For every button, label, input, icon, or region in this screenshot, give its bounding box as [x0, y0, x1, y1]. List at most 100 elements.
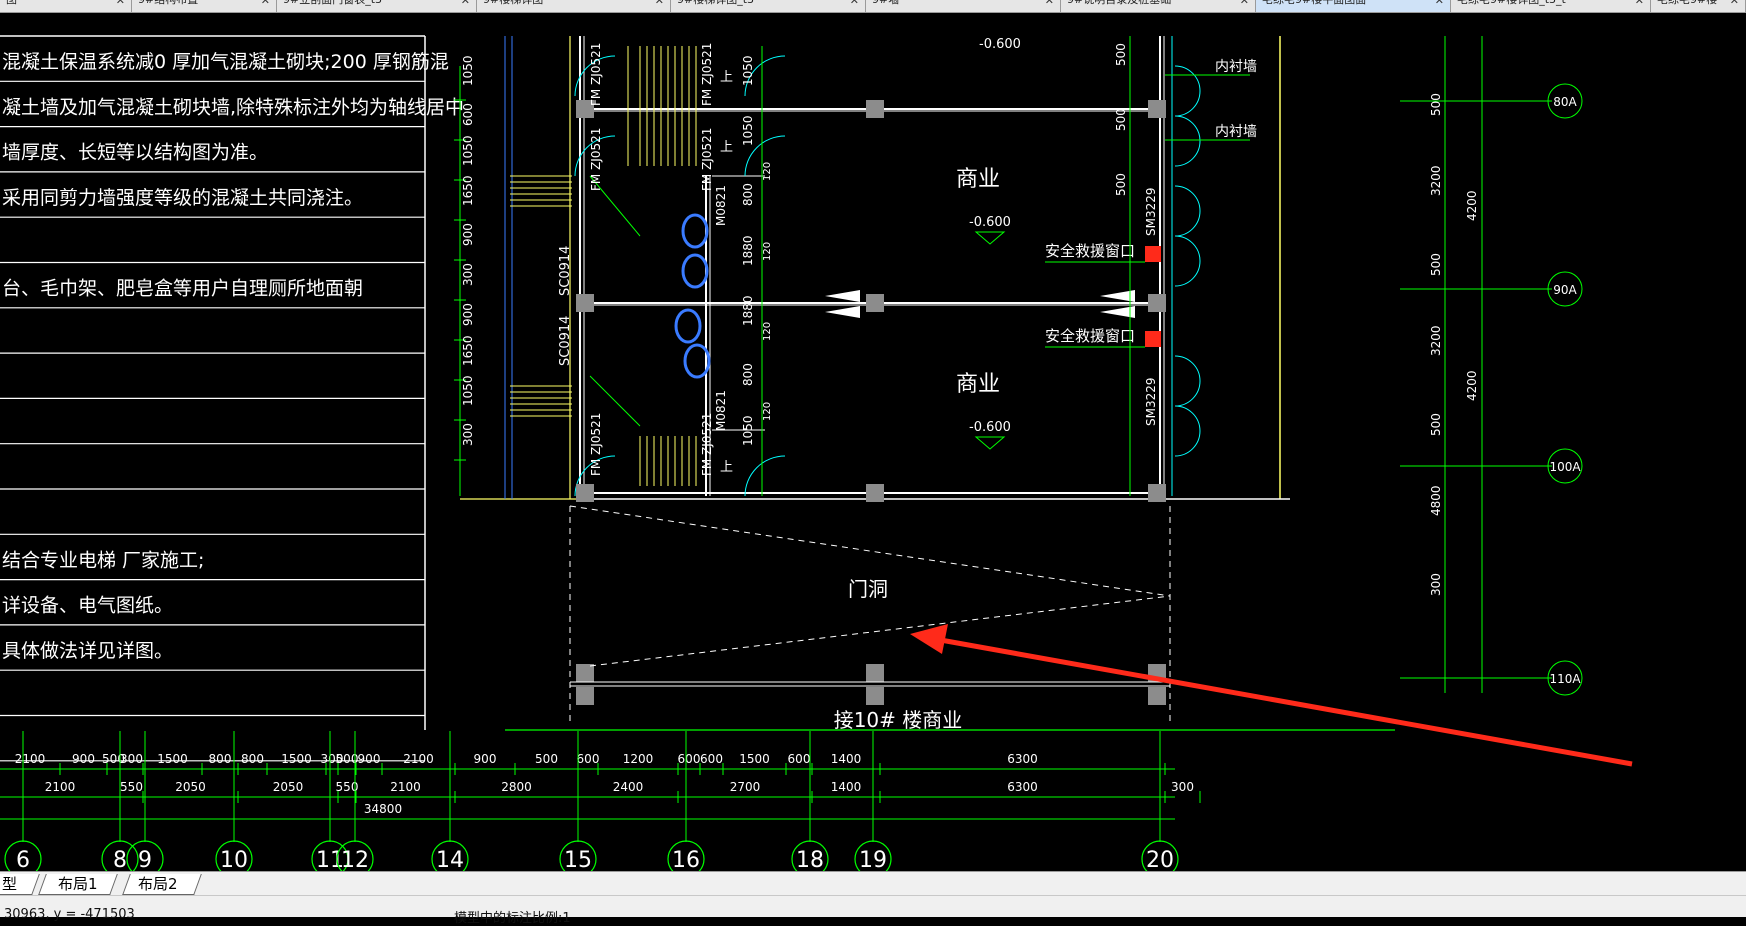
- dimension-text: 1050: [461, 135, 475, 166]
- close-icon[interactable]: ✕: [116, 0, 125, 6]
- structural-column: [576, 687, 594, 705]
- rescue-window-label: 安全救援窗口: [1045, 327, 1135, 345]
- dimension-text: 1050: [461, 375, 475, 406]
- structural-column: [866, 687, 884, 705]
- red-annotation-arrow: [910, 624, 1633, 767]
- dimension-text: 2050: [273, 780, 304, 794]
- dimension-text: 1500: [281, 752, 312, 766]
- close-icon[interactable]: ✕: [655, 0, 664, 6]
- axis-bubble-label: 16: [672, 848, 700, 871]
- grid-bubble-label: 90A: [1553, 283, 1577, 297]
- door-swing: [1174, 235, 1201, 287]
- document-tab-label: 图: [6, 0, 17, 5]
- structural-column: [576, 484, 594, 502]
- floor-plan: 商业商业-0.600-0.600-0.600安全救援窗口安全救援窗口内衬墙内衬墙…: [460, 36, 1395, 732]
- structural-column: [1148, 484, 1166, 502]
- dimension-text: 2100: [403, 752, 434, 766]
- dimension-text: 120: [762, 162, 773, 181]
- axis-bubble-label: 8: [113, 848, 127, 871]
- dimension-text: 2050: [175, 780, 206, 794]
- document-tab[interactable]: 图✕: [0, 0, 132, 12]
- axis-bubble-label: 19: [859, 848, 887, 871]
- layout-tab-2[interactable]: 布局2: [120, 874, 202, 895]
- cad-drawing-canvas[interactable]: 混凝土保温系统减0 厚加气混凝土砌块;200 厚钢筋混凝土墙及加气混凝土砌块墙,…: [0, 13, 1746, 871]
- layout-tab-bar: 型 布局1 布局2: [0, 871, 1746, 896]
- document-tab-label: 9#说明目录及桩基础: [1067, 0, 1171, 5]
- elevation-mark: -0.600: [969, 420, 1011, 435]
- dimension-text: 800: [741, 363, 755, 386]
- document-tab[interactable]: 9#楼梯详图 ✕: [477, 0, 671, 12]
- close-icon[interactable]: ✕: [461, 0, 470, 6]
- stair-up-mark: 上: [720, 70, 733, 85]
- doorway-label: 门洞: [848, 577, 888, 601]
- document-tab[interactable]: 9#楼梯详图_t3 ✕: [671, 0, 866, 12]
- dimension-text: 1400: [831, 752, 862, 766]
- dimension-text: 600: [700, 752, 723, 766]
- close-icon[interactable]: ✕: [261, 0, 270, 6]
- dimension-text: 600: [678, 752, 701, 766]
- axis-bubble-label: 20: [1146, 848, 1174, 871]
- rescue-window-marker: [1145, 331, 1161, 347]
- dimension-text: 800: [241, 752, 264, 766]
- document-tab[interactable]: 9#说明目录及桩基础 ✕: [1061, 0, 1256, 12]
- door-swing: [744, 455, 786, 497]
- structural-column: [866, 664, 884, 682]
- close-icon[interactable]: ✕: [1435, 0, 1444, 6]
- fire-window-symbol: [825, 290, 860, 302]
- document-tab-label: 9#立剖面门窗表_t3: [283, 0, 382, 5]
- layout-tab-model[interactable]: 型: [0, 874, 40, 895]
- dimension-text: 300: [1429, 573, 1443, 596]
- toilet-fixture: [681, 253, 709, 289]
- axis-bubble-label: 18: [796, 848, 824, 871]
- document-tab[interactable]: 9#立剖面门窗表_t3 ✕: [277, 0, 477, 12]
- axis-bubble-label: 6: [16, 848, 30, 871]
- document-tab[interactable]: 9#墙 ✕: [866, 0, 1061, 12]
- dimension-text: 500: [1114, 43, 1128, 66]
- structural-column: [1148, 687, 1166, 705]
- notes-row-text: 结合专业电梯 厂家施工;: [2, 549, 204, 571]
- rescue-window-label: 安全救援窗口: [1045, 242, 1135, 260]
- dimension-text: 500: [1114, 173, 1128, 196]
- status-bar: 30963, y = -471503 模型中的标注比例:1: [0, 895, 1746, 926]
- close-icon[interactable]: ✕: [850, 0, 859, 6]
- document-tab[interactable]: 宅综宅9#楼详图_t3_t ✕: [1451, 0, 1651, 12]
- dimension-text: 2700: [730, 780, 761, 794]
- notes-row-text: 墙厚度、长短等以结构图为准。: [2, 142, 268, 164]
- document-tab[interactable]: 宅综宅9#楼平面图面 ✕: [1256, 0, 1451, 12]
- axis-bubble-label: 10: [220, 848, 248, 871]
- document-tab-bar: 图✕9#结构布置✕9#立剖面门窗表_t3✕9#楼梯详图✕9#楼梯详图_t3✕9#…: [0, 0, 1746, 13]
- door-swing: [1174, 185, 1201, 237]
- dimension-text: 550: [120, 780, 143, 794]
- structural-column: [866, 294, 884, 312]
- dimension-text: 500: [535, 752, 558, 766]
- close-icon[interactable]: ✕: [1730, 0, 1739, 6]
- elevation-mark: -0.600: [969, 215, 1011, 230]
- door-swing: [1174, 115, 1201, 167]
- dimension-text: 800: [741, 183, 755, 206]
- layout-tab-1[interactable]: 布局1: [36, 874, 118, 895]
- dimension-text: 800: [209, 752, 232, 766]
- dimension-text: 1650: [461, 175, 475, 206]
- door-code: FM ZJ0521: [589, 43, 603, 106]
- door-swing: [1174, 65, 1201, 117]
- elevation-symbol: [974, 231, 1006, 245]
- close-icon[interactable]: ✕: [1635, 0, 1644, 6]
- dimension-text: 500: [1429, 93, 1443, 116]
- dimension-text: 600: [788, 752, 811, 766]
- dimension-text: 1050: [461, 55, 475, 86]
- dimension-text: 300: [461, 423, 475, 446]
- structural-column: [576, 664, 594, 682]
- document-tab-label: 9#楼梯详图: [483, 0, 543, 5]
- document-tab-label: 9#结构布置: [138, 0, 198, 5]
- structural-column: [866, 484, 884, 502]
- toilet-fixture: [674, 308, 702, 344]
- document-tab[interactable]: 9#结构布置 ✕: [132, 0, 277, 12]
- close-icon[interactable]: ✕: [1240, 0, 1249, 6]
- notes-row-text: 凝土墙及加气混凝土砌块墙,除特殊标注外均为轴线居中: [2, 96, 464, 118]
- close-icon[interactable]: ✕: [1045, 0, 1054, 6]
- document-tab-label: 9#楼梯详图_t3: [677, 0, 754, 5]
- document-tab[interactable]: 宅综宅9#楼 ✕: [1651, 0, 1746, 12]
- dimension-text: 2100: [390, 780, 421, 794]
- door-code: M0821: [714, 185, 728, 226]
- door-code: FM ZJ0521: [589, 413, 603, 476]
